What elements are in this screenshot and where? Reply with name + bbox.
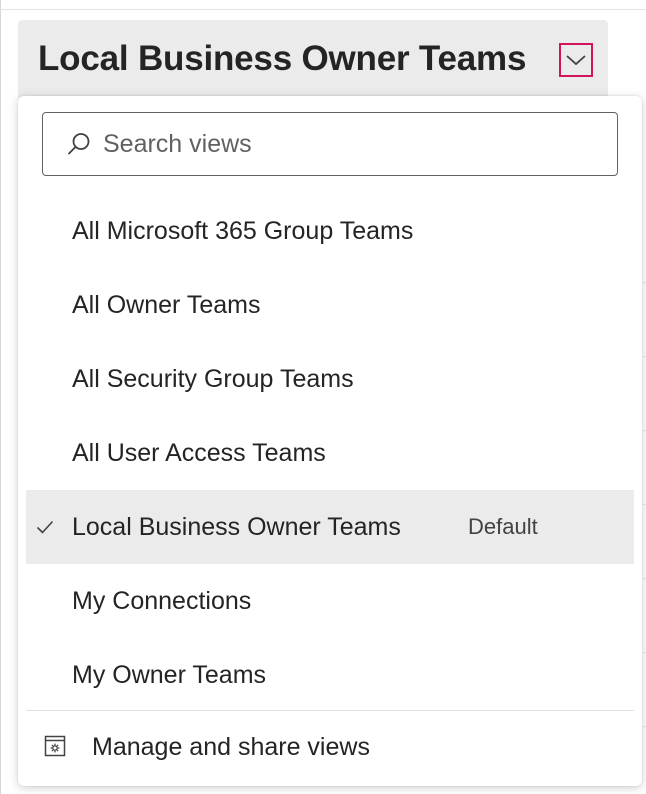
view-item-all-owner-teams[interactable]: All Owner Teams	[26, 268, 634, 342]
view-item-local-business-owner-teams[interactable]: Local Business Owner Teams Default	[26, 490, 634, 564]
views-list: All Microsoft 365 Group Teams All Owner …	[26, 194, 634, 712]
search-box[interactable]	[42, 112, 618, 176]
view-item-label: Local Business Owner Teams	[72, 512, 401, 541]
manage-and-share-views-button[interactable]: Manage and share views	[26, 714, 634, 780]
view-item-my-connections[interactable]: My Connections	[26, 564, 634, 638]
settings-window-icon	[44, 735, 66, 757]
search-icon	[68, 133, 90, 155]
view-item-all-user-access-teams[interactable]: All User Access Teams	[26, 416, 634, 490]
view-item-all-microsoft-365-group-teams[interactable]: All Microsoft 365 Group Teams	[26, 194, 634, 268]
view-item-label: All User Access Teams	[72, 438, 326, 467]
view-item-label: My Connections	[72, 586, 252, 615]
view-selector-dropdown: All Microsoft 365 Group Teams All Owner …	[18, 96, 642, 786]
view-item-my-owner-teams[interactable]: My Owner Teams	[26, 638, 634, 712]
page-background-edge	[0, 0, 7, 794]
checkmark-icon	[36, 520, 54, 534]
manage-and-share-views-label: Manage and share views	[92, 732, 370, 761]
default-badge: Default	[468, 514, 538, 539]
view-selector-title[interactable]: Local Business Owner Teams	[38, 39, 526, 79]
view-item-label: All Owner Teams	[72, 290, 261, 319]
view-selector-toggle-button[interactable]	[559, 43, 593, 77]
view-item-all-security-group-teams[interactable]: All Security Group Teams	[26, 342, 634, 416]
view-selector-header[interactable]: Local Business Owner Teams	[18, 20, 608, 98]
view-item-label: My Owner Teams	[72, 660, 267, 689]
footer-divider	[26, 710, 634, 711]
page-header-divider	[0, 9, 646, 10]
view-item-label: All Security Group Teams	[72, 364, 354, 393]
search-input[interactable]	[103, 129, 583, 159]
chevron-down-icon	[566, 55, 586, 66]
view-item-label: All Microsoft 365 Group Teams	[72, 216, 414, 245]
